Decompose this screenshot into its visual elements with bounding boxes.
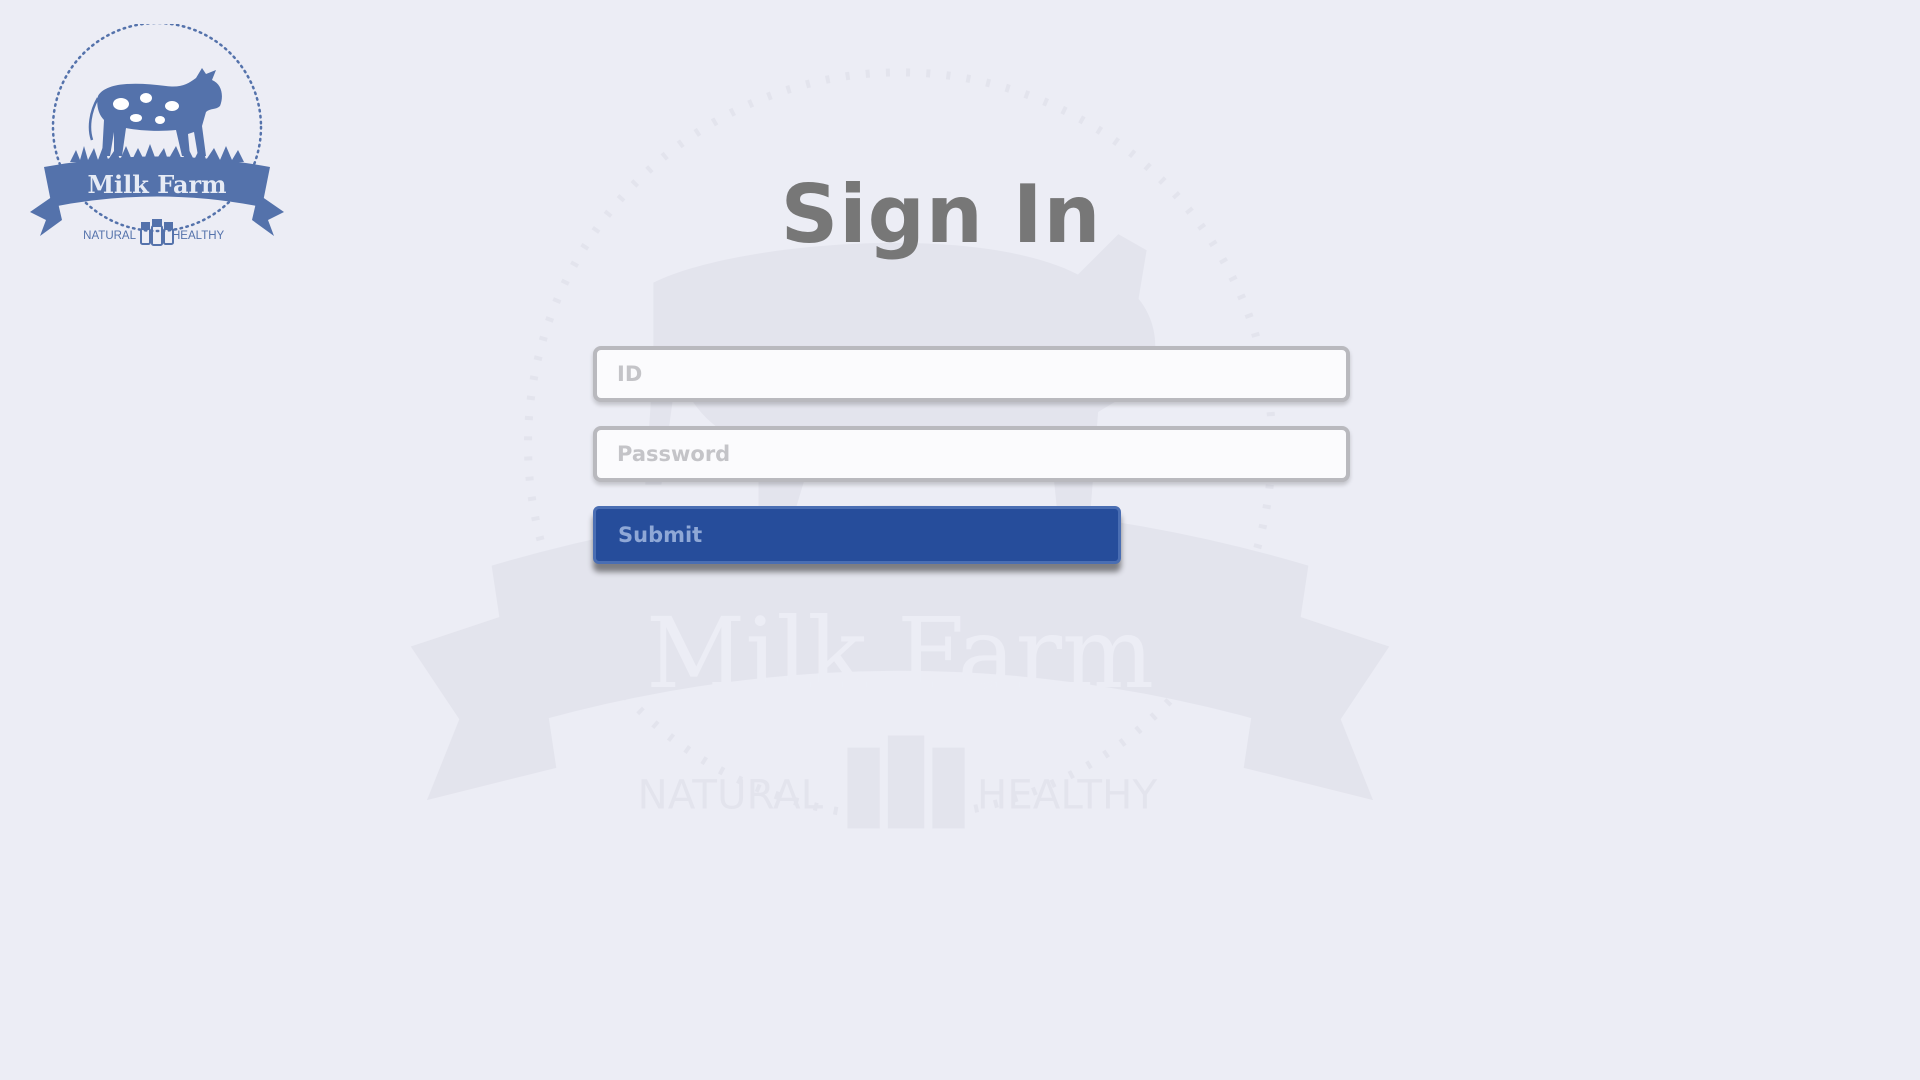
password-input[interactable] (593, 426, 1350, 482)
cow-icon (88, 68, 222, 156)
watermark-tagline-left: NATURAL (638, 770, 824, 818)
submit-button[interactable]: Submit (593, 506, 1121, 564)
watermark-brand-name: Milk Farm (646, 597, 1154, 710)
sign-in-page: Milk Farm NATURAL HEALTHY Sign In ID Sub… (0, 0, 1920, 1080)
watermark-tagline-right: HEALTHY (977, 770, 1158, 818)
page-title: Sign In (780, 168, 1102, 261)
id-input[interactable] (593, 346, 1350, 402)
